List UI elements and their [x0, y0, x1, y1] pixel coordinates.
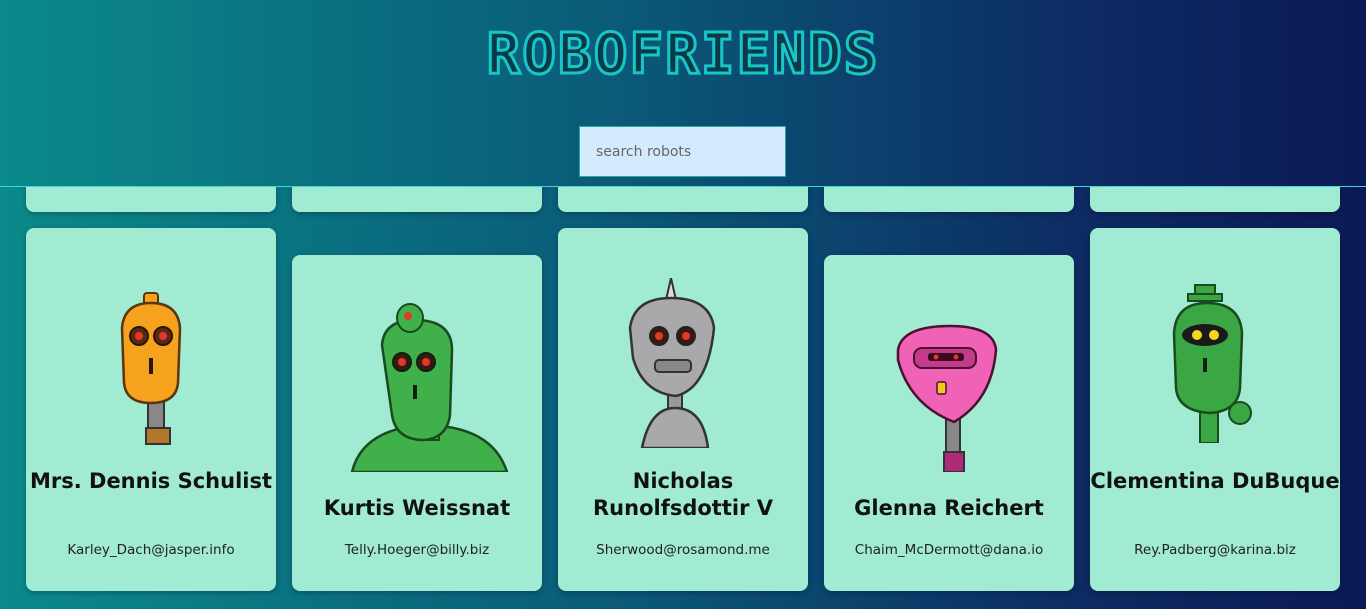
robot-avatar-image	[120, 292, 182, 445]
robot-avatar-image	[1172, 284, 1252, 443]
robot-card[interactable]: Mrs. Dennis Schulist Karley_Dach@jasper.…	[26, 228, 276, 591]
robot-email: Sherwood@rosamond.me	[596, 542, 770, 558]
robot-email: Karley_Dach@jasper.info	[67, 542, 235, 558]
header: ROBOFRIENDS	[0, 0, 1366, 186]
robot-card[interactable]: Clementina DuBuque Rey.Padberg@karina.bi…	[1090, 228, 1340, 591]
robot-card-partial[interactable]	[558, 187, 808, 212]
robot-email: Rey.Padberg@karina.biz	[1134, 542, 1296, 558]
robot-avatar-image	[350, 303, 509, 472]
robot-avatar-image	[628, 278, 716, 448]
robot-card[interactable]: Kurtis Weissnat Telly.Hoeger@billy.biz	[292, 255, 542, 591]
robot-card[interactable]: Glenna Reichert Chaim_McDermott@dana.io	[824, 255, 1074, 591]
robot-name: Glenna Reichert	[854, 496, 1044, 520]
robot-email: Chaim_McDermott@dana.io	[854, 542, 1044, 558]
robot-name: Nicholas Runolfsdottir V	[593, 469, 773, 520]
robot-name: Kurtis Weissnat	[323, 496, 511, 520]
robot-card-partial[interactable]	[1090, 187, 1340, 212]
robot-name: Clementina DuBuque	[1090, 469, 1340, 493]
robot-card-partial[interactable]	[824, 187, 1074, 212]
robot-name: Mrs. Dennis Schulist	[29, 469, 273, 493]
robot-card-list[interactable]: Mrs. Dennis Schulist Karley_Dach@jasper.…	[0, 186, 1366, 609]
robot-email: Telly.Hoeger@billy.biz	[344, 542, 490, 558]
robot-card-partial[interactable]	[292, 187, 542, 212]
robot-card[interactable]: Nicholas Runolfsdottir V Sherwood@rosamo…	[558, 228, 808, 591]
app-logo-title: ROBOFRIENDS	[485, 21, 880, 89]
robot-avatar-image	[896, 324, 998, 472]
robot-card-partial[interactable]	[26, 187, 276, 212]
search-input[interactable]	[579, 126, 786, 177]
